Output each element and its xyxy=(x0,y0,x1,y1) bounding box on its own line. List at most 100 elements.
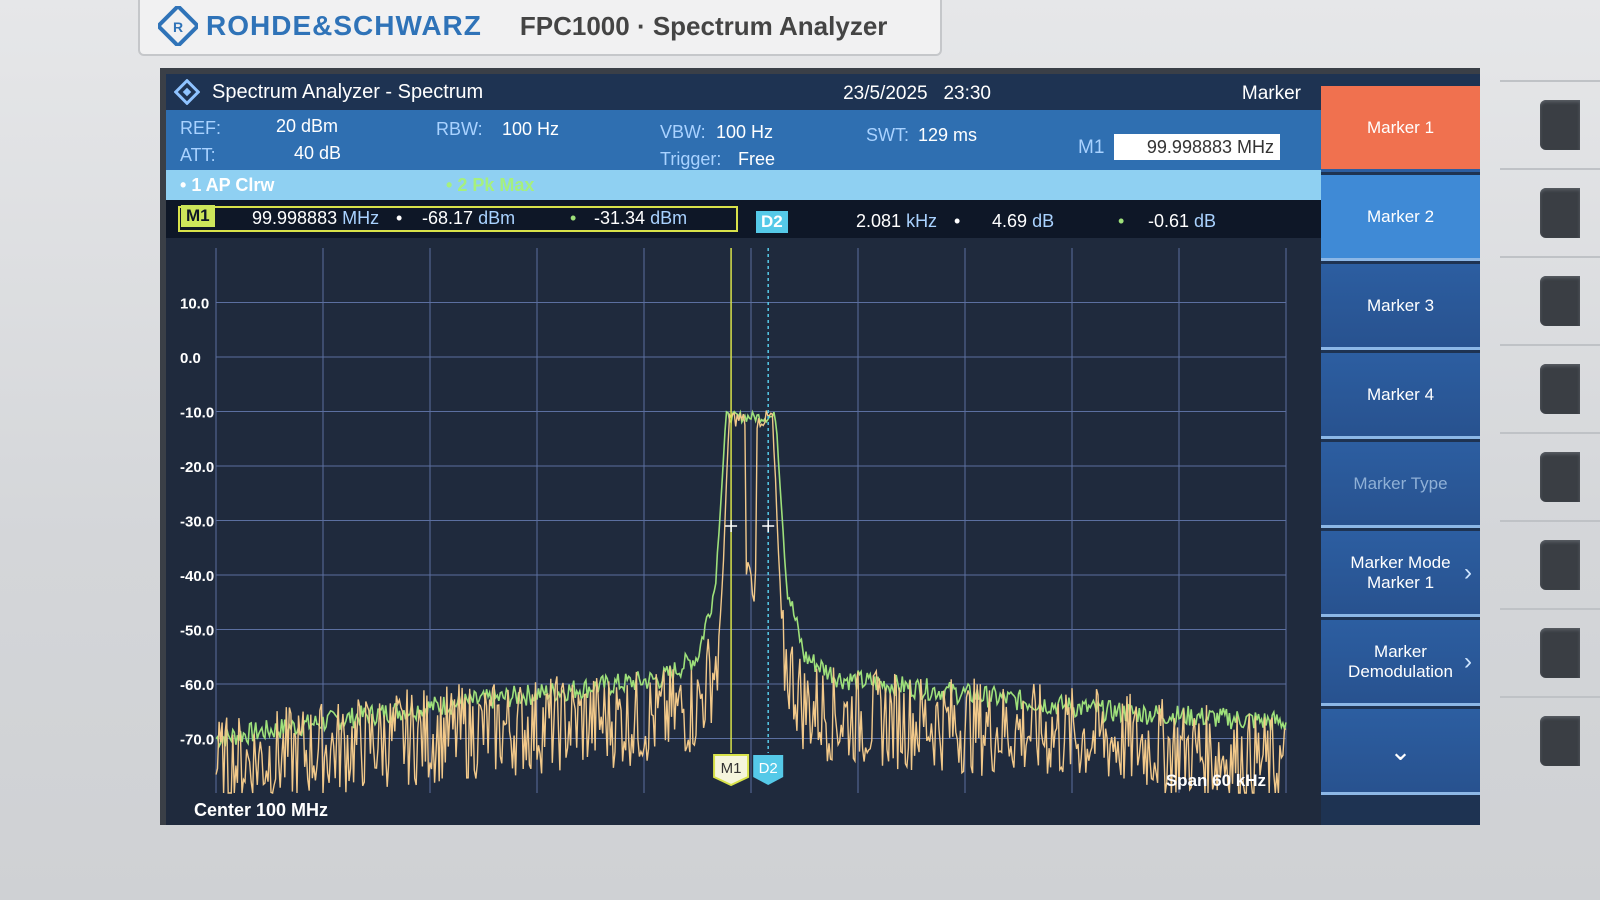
softkey-6[interactable]: Marker Mode Marker 1 › xyxy=(1321,531,1480,617)
y-tick-label: -30.0 xyxy=(180,514,214,531)
ref-label: REF: xyxy=(180,118,222,138)
d2-delta: 4.69 dB xyxy=(992,211,1054,232)
trigger-value[interactable]: Free xyxy=(738,149,775,170)
brand-name: ROHDE&SCHWARZ xyxy=(206,10,482,41)
m1-frequency-unit: MHz xyxy=(342,208,380,228)
m1-level-value: -68.17 xyxy=(422,208,474,228)
softkey-label: Marker Mode Marker 1 xyxy=(1350,553,1450,593)
model-name: FPC1000 · Spectrum Analyzer xyxy=(519,10,888,41)
date-text: 23/5/2025 xyxy=(843,83,928,104)
softkey-label: Marker Type xyxy=(1353,473,1448,493)
d2-tag[interactable]: D2 xyxy=(756,211,788,233)
ref-value[interactable]: 20 dBm xyxy=(276,116,338,137)
softkey-label-line2: Demodulation xyxy=(1348,661,1453,681)
y-tick-label: -10.0 xyxy=(180,405,214,422)
y-tick-label: -20.0 xyxy=(180,459,214,476)
m1-frequency-value: 99.998883 xyxy=(252,208,338,228)
hardware-softkey-2[interactable] xyxy=(1540,188,1580,238)
trace-bar: • 1 AP Clrw • 2 Pk Max xyxy=(166,170,1321,200)
vbw-value[interactable]: 100 Hz xyxy=(716,122,773,143)
brand-plate: R ROHDE&SCHWARZ FPC1000 · Spectrum Analy… xyxy=(138,0,942,56)
softkey-3[interactable]: Marker 3 xyxy=(1321,264,1480,350)
hardware-softkey-6[interactable] xyxy=(1540,540,1580,590)
trace2-text: 2 Pk Max xyxy=(457,175,535,195)
softkey-label-line2: Marker 1 xyxy=(1366,572,1435,592)
d2-delta-unit: dB xyxy=(1032,211,1055,231)
trace1-text: 1 AP Clrw xyxy=(191,175,275,195)
softkey-label-line1: Marker xyxy=(1374,641,1427,661)
d2-frequency-unit: kHz xyxy=(906,211,938,231)
hardware-divider xyxy=(1500,256,1600,258)
m1-tag: M1 xyxy=(181,205,215,227)
rbw-label: RBW: xyxy=(436,119,483,139)
hardware-softkey-7[interactable] xyxy=(1540,628,1580,678)
swt-label: SWT: xyxy=(866,125,909,145)
m1-entry-label: M1 xyxy=(1078,137,1105,158)
hardware-divider xyxy=(1500,168,1600,170)
marker-d2-crosshair xyxy=(762,519,775,532)
softkey-2[interactable]: Marker 2 xyxy=(1321,175,1480,261)
hardware-softkey-5[interactable] xyxy=(1540,452,1580,502)
y-tick-label: -70.0 xyxy=(180,732,214,749)
app-icon xyxy=(174,79,200,105)
softkey-8[interactable]: ⌄ xyxy=(1321,709,1480,795)
m1-frequency-input[interactable]: 99.998883 MHz xyxy=(1114,134,1280,160)
d2-delta2: -0.61 dB xyxy=(1148,211,1216,232)
y-tick-label: 10.0 xyxy=(180,296,209,313)
spectrum-plot[interactable]: 10.0 0.0 -10.0 -20.0 -30.0 -40.0 -50.0 -60.0 -70… xyxy=(166,238,1321,825)
trace2-label[interactable]: • 2 Pk Max xyxy=(446,175,534,196)
softkey-label: Marker 4 xyxy=(1366,384,1435,404)
d2-delta2-unit: dB xyxy=(1194,211,1217,231)
softkey-label: Marker Demodulation xyxy=(1348,642,1453,682)
softkey-label: Marker 2 xyxy=(1366,206,1435,226)
trace1-dot-d2: • xyxy=(954,211,961,231)
hardware-divider xyxy=(1500,520,1600,522)
swt-value[interactable]: 129 ms xyxy=(918,125,977,146)
trace1-label[interactable]: • 1 AP Clrw xyxy=(180,175,274,196)
hardware-divider xyxy=(1500,432,1600,434)
rbw-value[interactable]: 100 Hz xyxy=(502,119,559,140)
m1-level2: -31.34 dBm xyxy=(594,208,687,229)
time-text: 23:30 xyxy=(943,83,991,104)
marker-m1-crosshair xyxy=(725,519,738,532)
softkey-7[interactable]: Marker Demodulation › xyxy=(1321,620,1480,706)
hardware-softkey-8[interactable] xyxy=(1540,716,1580,766)
y-tick-label: -60.0 xyxy=(180,677,214,694)
center-frequency-label: Center 100 MHz xyxy=(194,800,328,820)
vbw-label: VBW: xyxy=(660,122,706,142)
hardware-softkey-buttons xyxy=(1500,80,1600,800)
softkey-5: Marker Type xyxy=(1321,442,1480,528)
d2-delta2-value: -0.61 xyxy=(1148,211,1190,231)
softkey-menu-title: Marker xyxy=(1001,74,1321,110)
span-label: Span 60 kHz xyxy=(1166,771,1266,790)
y-tick-label: -40.0 xyxy=(180,568,214,585)
softkey-1[interactable]: Marker 1 xyxy=(1321,86,1480,172)
hardware-softkey-4[interactable] xyxy=(1540,364,1580,414)
m1-level: -68.17 dBm xyxy=(422,208,515,229)
softkey-4[interactable]: Marker 4 xyxy=(1321,353,1480,439)
m1-level2-unit: dBm xyxy=(650,208,688,228)
y-tick-label: -50.0 xyxy=(180,623,214,640)
trace1-dot: • xyxy=(396,208,403,228)
hardware-softkey-3[interactable] xyxy=(1540,276,1580,326)
d2-frequency-value: 2.081 xyxy=(856,211,902,231)
d2-delta-value: 4.69 xyxy=(992,211,1028,231)
m1-level-unit: dBm xyxy=(478,208,516,228)
rs-logo-icon: R xyxy=(158,6,198,46)
svg-text:R: R xyxy=(173,19,183,35)
trace2-dot-d2: • xyxy=(1118,211,1125,231)
att-label: ATT: xyxy=(180,145,216,165)
date-time: 23/5/2025 23:30 xyxy=(843,83,991,105)
marker-readout-bar: M1 99.998883 MHz • -68.17 dBm • -31.34 d… xyxy=(166,200,1321,238)
softkey-label-line1: Marker Mode xyxy=(1350,552,1451,572)
att-value[interactable]: 40 dB xyxy=(294,143,341,164)
window-title: Spectrum Analyzer - Spectrum xyxy=(212,80,484,103)
marker-d2-flag-label: D2 xyxy=(759,760,778,777)
spectrum-chart[interactable]: 10.0 0.0 -10.0 -20.0 -30.0 -40.0 -50.0 -60.0 -70… xyxy=(166,238,1321,825)
hardware-softkey-1[interactable] xyxy=(1540,100,1580,150)
m1-level2-value: -31.34 xyxy=(594,208,646,228)
y-tick-label: 0.0 xyxy=(180,350,201,367)
hardware-divider xyxy=(1500,696,1600,698)
trigger-label: Trigger: xyxy=(660,149,722,169)
softkey-label: ⌄ xyxy=(1389,735,1412,766)
